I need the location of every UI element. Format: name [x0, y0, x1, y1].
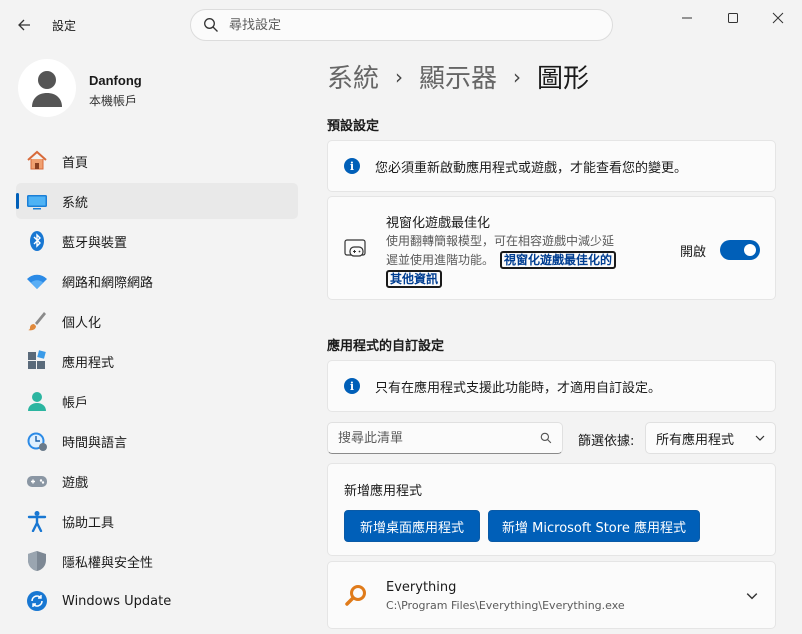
nav-label: Windows Update	[62, 593, 172, 609]
breadcrumb-separator: ›	[395, 64, 404, 89]
windowed-opt-toggle[interactable]	[720, 240, 760, 260]
app-name: Everything	[386, 580, 457, 595]
account-type: 本機帳戶	[89, 94, 138, 108]
expand-chevron-icon[interactable]	[746, 590, 758, 602]
app-title: 設定	[52, 19, 77, 33]
restart-info-text: 您必須重新啟動應用程式或遊戲，才能查看您的變更。	[375, 160, 688, 176]
shield-icon	[26, 550, 48, 572]
filter-dropdown[interactable]: 所有應用程式	[645, 422, 776, 454]
nav-label: 藍牙與裝置	[62, 235, 128, 251]
back-arrow-icon	[18, 19, 30, 31]
minimize-button[interactable]	[664, 6, 710, 30]
maximize-button[interactable]	[710, 6, 756, 30]
nav-item-network[interactable]: 網路和網際網路	[16, 263, 298, 299]
avatar[interactable]	[18, 59, 76, 117]
default-settings-heading: 預設設定	[327, 119, 380, 134]
account-icon	[26, 390, 48, 412]
custom-info-text: 只有在應用程式支援此功能時，才適用自訂設定。	[375, 380, 662, 396]
info-icon: i	[344, 378, 360, 394]
custom-settings-heading: 應用程式的自訂設定	[327, 339, 445, 354]
toggle-state-label: 開啟	[680, 245, 707, 260]
close-button[interactable]	[755, 6, 801, 30]
add-app-card: 新增應用程式 新增桌面應用程式 新增 Microsoft Store 應用程式	[327, 463, 776, 556]
filter-label: 篩選依據:	[578, 434, 635, 449]
nav-item-time-language[interactable]: 時間與語言	[16, 423, 298, 459]
everything-app-icon	[345, 585, 366, 606]
nav-item-privacy[interactable]: 隱私權與安全性	[16, 543, 298, 579]
windowed-optimization-card: 視窗化遊戲最佳化 使用翻轉簡報模型，可在相容遊戲中減少延 遲並使用進階功能。 視窗…	[327, 196, 776, 300]
nav-label: 時間與語言	[62, 435, 128, 451]
nav-item-apps[interactable]: 應用程式	[16, 343, 298, 379]
add-desktop-app-button[interactable]: 新增桌面應用程式	[344, 510, 480, 542]
windowed-opt-description: 使用翻轉簡報模型，可在相容遊戲中減少延 遲並使用進階功能。 視窗化遊戲最佳化的 其…	[386, 232, 656, 289]
info-icon: i	[344, 158, 360, 174]
nav-label: 遊戲	[62, 475, 89, 491]
back-button[interactable]	[8, 10, 40, 40]
nav-label: 帳戶	[62, 395, 89, 411]
apps-icon	[26, 350, 48, 372]
time-language-icon	[26, 430, 48, 452]
app-list-search[interactable]	[327, 422, 563, 454]
nav-label: 系統	[62, 195, 89, 211]
user-icon	[32, 71, 62, 107]
search-icon	[204, 18, 218, 32]
brush-icon	[26, 310, 48, 332]
breadcrumb: 系統 › 顯示器 › 圖形	[327, 58, 589, 95]
nav-label: 個人化	[62, 315, 102, 331]
windowed-opt-title: 視窗化遊戲最佳化	[386, 216, 491, 231]
nav-label: 隱私權與安全性	[62, 555, 154, 571]
nav-item-system[interactable]: 系統	[16, 183, 298, 219]
nav-item-gaming[interactable]: 遊戲	[16, 463, 298, 499]
user-name: Danfong	[89, 73, 142, 88]
sidebar-nav: 首頁 系統 藍牙與裝置 網路和網際網路 個人化 應用程式 帳戶 時間與語言 遊戲…	[16, 143, 298, 623]
breadcrumb-display[interactable]: 顯示器	[419, 58, 497, 95]
nav-label: 網路和網際網路	[62, 275, 154, 291]
app-path: C:\Program Files\Everything\Everything.e…	[386, 599, 625, 612]
nav-item-accessibility[interactable]: 協助工具	[16, 503, 298, 539]
windowed-opt-desc-line: 遲並使用進階功能。	[386, 253, 495, 267]
search-icon	[540, 432, 552, 444]
home-icon	[26, 150, 48, 172]
settings-search-input[interactable]	[229, 17, 612, 33]
add-app-title: 新增應用程式	[344, 484, 423, 499]
system-icon	[26, 190, 48, 212]
nav-item-accounts[interactable]: 帳戶	[16, 383, 298, 419]
nav-item-windows-update[interactable]: Windows Update	[16, 583, 298, 619]
add-store-app-button[interactable]: 新增 Microsoft Store 應用程式	[488, 510, 700, 542]
update-icon	[26, 590, 48, 612]
settings-search-box[interactable]	[190, 9, 613, 41]
bluetooth-icon	[26, 230, 48, 252]
accessibility-icon	[26, 510, 48, 532]
app-list-item[interactable]: Everything C:\Program Files\Everything\E…	[327, 561, 776, 629]
app-list-search-input[interactable]	[338, 430, 540, 446]
nav-label: 協助工具	[62, 515, 115, 531]
minimize-icon	[682, 17, 692, 19]
gamepad-icon	[26, 470, 48, 492]
breadcrumb-system[interactable]: 系統	[327, 58, 379, 95]
filter-value: 所有應用程式	[656, 432, 735, 448]
nav-item-personalization[interactable]: 個人化	[16, 303, 298, 339]
restart-info-card: i 您必須重新啟動應用程式或遊戲，才能查看您的變更。	[327, 140, 776, 192]
windowed-game-icon	[344, 239, 366, 257]
nav-label: 首頁	[62, 155, 89, 171]
wifi-icon	[26, 270, 48, 292]
custom-info-card: i 只有在應用程式支援此功能時，才適用自訂設定。	[327, 360, 776, 412]
nav-item-bluetooth[interactable]: 藍牙與裝置	[16, 223, 298, 259]
more-info-link[interactable]: 視窗化遊戲最佳化的	[500, 251, 617, 269]
nav-label: 應用程式	[62, 355, 115, 371]
page-title: 圖形	[537, 64, 590, 94]
breadcrumb-separator: ›	[513, 64, 522, 89]
maximize-icon	[728, 13, 738, 23]
more-info-link-cont[interactable]: 其他資訊	[386, 270, 443, 288]
nav-item-home[interactable]: 首頁	[16, 143, 298, 179]
chevron-down-icon	[755, 435, 765, 441]
windowed-opt-desc-line: 使用翻轉簡報模型，可在相容遊戲中減少延	[386, 234, 615, 248]
close-icon	[772, 12, 784, 24]
